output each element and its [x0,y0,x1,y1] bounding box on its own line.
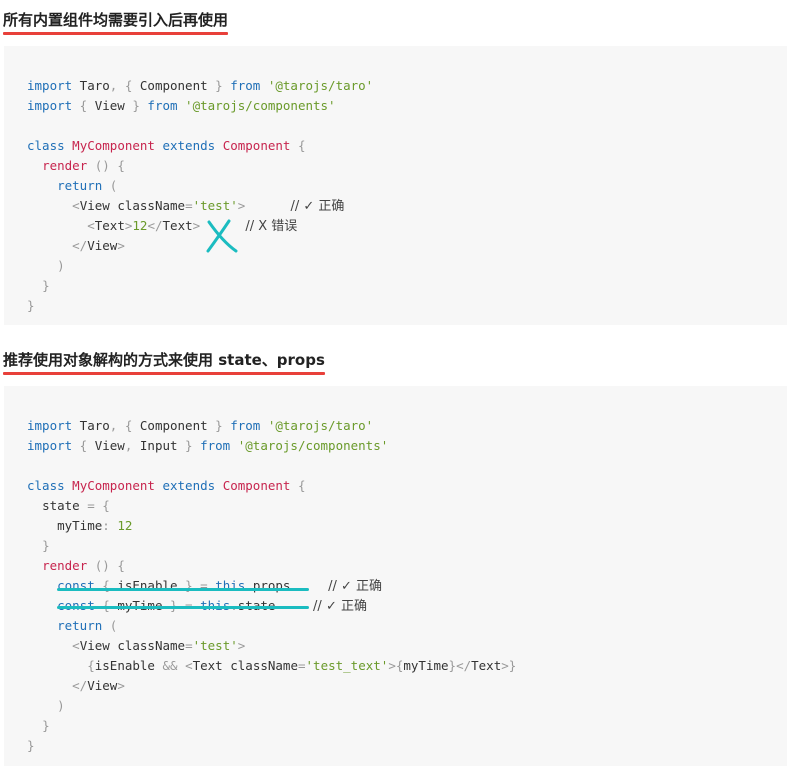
heading-text: 所有内置组件均需要引入后再使用 [3,11,229,29]
highlight-underline-state [57,606,309,609]
cross-mark-icon [206,219,238,253]
code-content: import Taro, { Component } from '@tarojs… [27,78,374,313]
comment-correct: // ✓ 正确 [290,199,345,214]
heading-text: 推荐使用对象解构的方式来使用 state、props [3,351,325,369]
comment-correct: // ✓ 正确 [328,579,383,594]
section-heading-destructuring: 推荐使用对象解构的方式来使用 state、props [3,349,325,375]
code-block-import-components: import Taro, { Component } from '@tarojs… [4,46,787,325]
heading-underline [3,372,325,375]
comment-wrong: // X 错误 [245,219,298,234]
code-block-destructuring: import Taro, { Component } from '@tarojs… [4,386,787,766]
code-content: import Taro, { Component } from '@tarojs… [27,418,517,753]
comment-correct: // ✓ 正确 [313,599,367,614]
heading-underline [3,32,229,35]
section-heading-builtin-components: 所有内置组件均需要引入后再使用 [3,9,229,35]
highlight-underline-props [57,588,309,591]
